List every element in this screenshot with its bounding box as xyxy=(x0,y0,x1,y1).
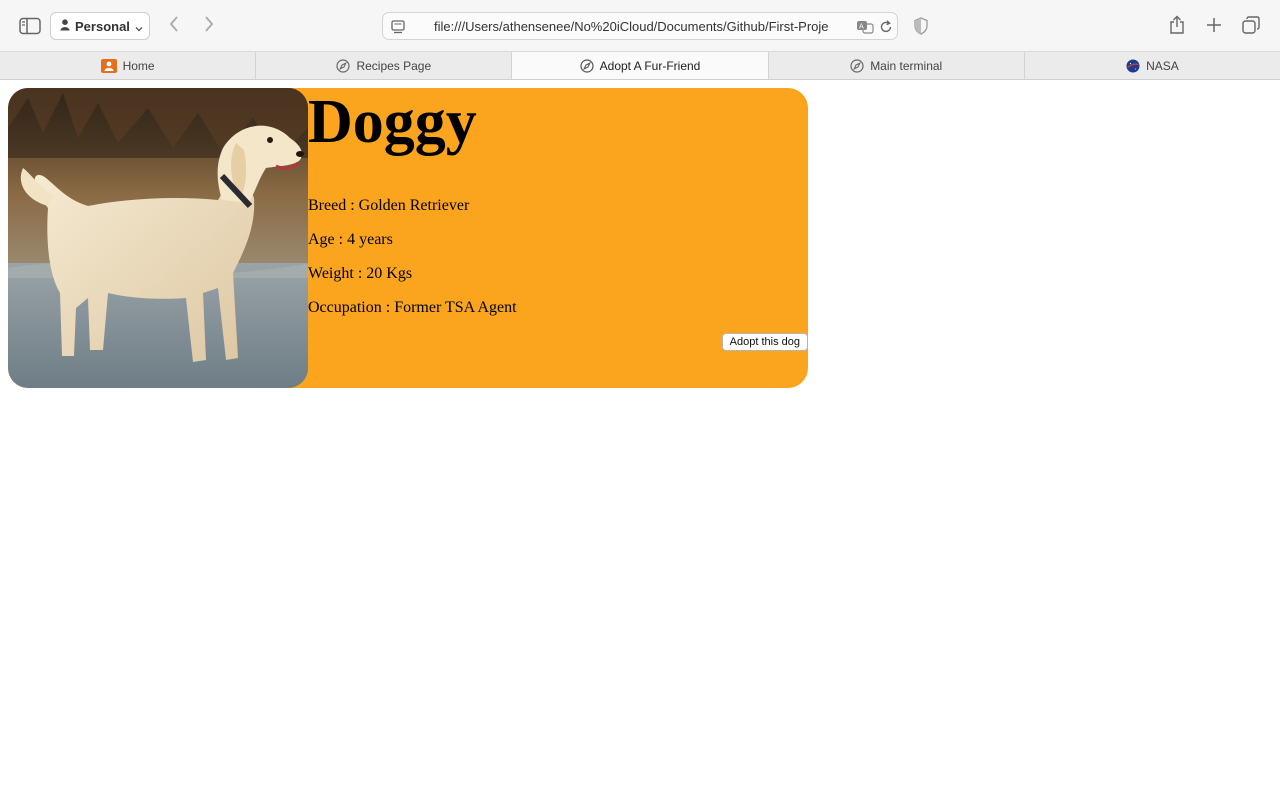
tab-label: NASA xyxy=(1146,58,1179,73)
address-bar[interactable]: file:///Users/athensenee/No%20iCloud/Doc… xyxy=(382,12,898,40)
chevron-left-icon xyxy=(168,15,180,38)
share-icon[interactable] xyxy=(1166,13,1188,37)
plus-icon[interactable] xyxy=(1203,14,1225,36)
person-icon xyxy=(60,18,70,34)
tab-label: Home xyxy=(122,58,155,73)
browser-toolbar: Personal file:///Users/athensenee/No%20i… xyxy=(0,0,1280,52)
home-favicon-icon xyxy=(100,58,117,73)
forward-button[interactable] xyxy=(198,14,220,38)
golden-retriever-photo xyxy=(8,88,308,388)
adopt-dog-button[interactable]: Adopt this dog xyxy=(721,333,808,351)
compass-icon xyxy=(850,58,864,73)
tab-label: Recipes Page xyxy=(356,58,432,73)
tab-nasa[interactable]: NASA xyxy=(1025,52,1280,79)
tab-bar: Home Recipes Page Adopt A Fur-Friend Mai… xyxy=(0,52,1280,80)
shield-icon[interactable] xyxy=(912,15,930,37)
profile-button[interactable]: Personal xyxy=(50,12,150,40)
reload-icon[interactable] xyxy=(879,19,893,40)
dog-name-heading: Doggy xyxy=(308,88,477,156)
tab-adopt-a-fur-friend[interactable]: Adopt A Fur-Friend xyxy=(512,52,769,79)
chevron-down-icon xyxy=(135,21,143,36)
chevron-right-icon xyxy=(203,15,215,38)
tab-main-terminal[interactable]: Main terminal xyxy=(769,52,1025,79)
compass-icon xyxy=(580,58,594,73)
dog-card: Doggy Breed : Golden Retriever Age : 4 y… xyxy=(8,88,808,388)
dog-info: Doggy Breed : Golden Retriever Age : 4 y… xyxy=(308,88,808,388)
age-text: Age : 4 years xyxy=(308,231,393,248)
tabs-overview-icon[interactable] xyxy=(1240,14,1262,36)
profile-label: Personal xyxy=(75,18,130,34)
nasa-favicon-icon xyxy=(1126,59,1140,73)
breed-text: Breed : Golden Retriever xyxy=(308,197,470,214)
svg-text:A: A xyxy=(859,23,864,31)
url-text[interactable]: file:///Users/athensenee/No%20iCloud/Doc… xyxy=(434,19,848,34)
tab-label: Main terminal xyxy=(870,58,943,73)
translate-icon[interactable]: A xyxy=(856,19,874,40)
tab-home[interactable]: Home xyxy=(0,52,257,79)
tab-recipes-page[interactable]: Recipes Page xyxy=(256,52,513,79)
tab-label: Adopt A Fur-Friend xyxy=(599,58,701,73)
page-icon xyxy=(390,19,406,40)
back-button[interactable] xyxy=(163,14,185,38)
weight-text: Weight : 20 Kgs xyxy=(308,265,413,282)
sidebar-icon[interactable] xyxy=(18,14,42,38)
compass-icon xyxy=(336,58,351,73)
occupation-text: Occupation : Former TSA Agent xyxy=(308,299,517,316)
